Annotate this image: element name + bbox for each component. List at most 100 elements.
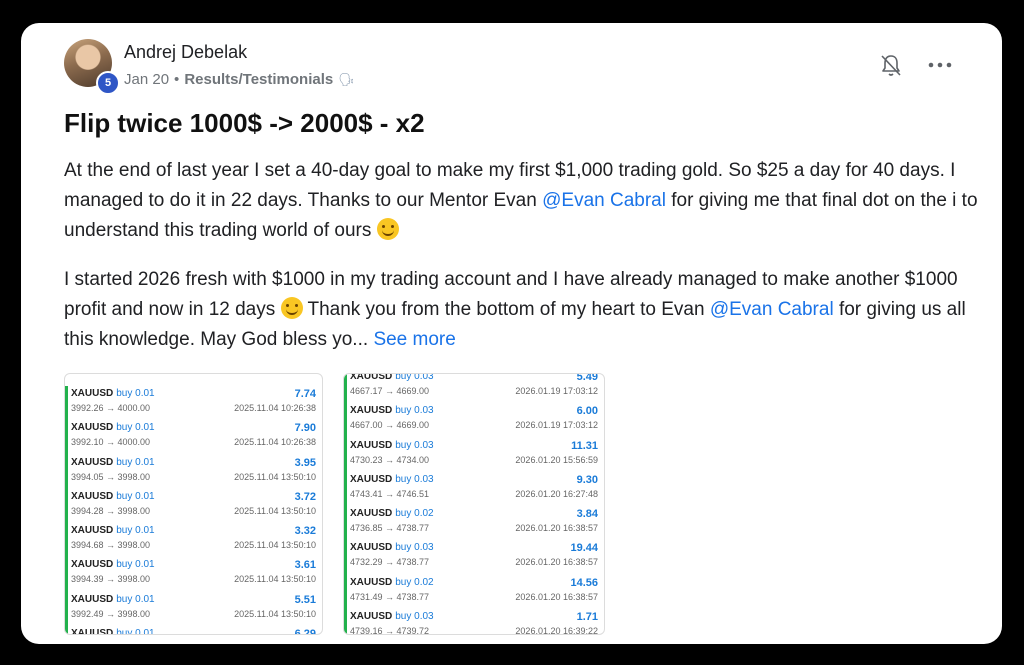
trade-prices: 4732.29 → 4738.77: [350, 557, 430, 568]
trade-profit: 6.29: [294, 628, 316, 635]
smiling-face-emoji-icon: [376, 218, 399, 240]
trade-profit: 1.71: [576, 611, 598, 624]
symbol-text: XAUUSD: [71, 628, 114, 635]
trade-side: buy 0.03: [395, 405, 434, 417]
mention-link[interactable]: @Evan Cabral: [710, 299, 834, 320]
trade-symbol: XAUUSD buy 0.03: [350, 405, 434, 416]
trade-side: buy 0.01: [116, 559, 155, 571]
trade-time: 2025.11.04 13:50:10: [234, 574, 316, 585]
trade-profit: 7.90: [294, 422, 316, 435]
trade-time: 2026.01.20 16:38:57: [515, 557, 598, 568]
trade-prices: 3992.49 → 3998.00: [71, 608, 151, 619]
trade-row: XAUUSD buy 0.01 3.72 3994.28 → 3998.00 2025.…: [65, 488, 322, 524]
trade-prices: 4731.49 → 4738.77: [350, 591, 430, 602]
trade-symbol: XAUUSD buy 0.01: [71, 559, 155, 570]
trade-time: 2025.11.04 13:50:10: [234, 505, 316, 516]
trade-list: XAUUSD buy 0.03 5.49 4667.17 → 4669.00 2026.…: [344, 373, 604, 635]
trade-list: XAUUSD buy 0.01 7.74 3992.26 → 4000.00 2025.…: [65, 374, 322, 635]
trade-symbol: XAUUSD buy 0.03: [350, 611, 434, 622]
trade-prices: 3992.26 → 4000.00: [71, 403, 151, 413]
trade-side: buy 0.03: [395, 611, 434, 623]
trade-row: XAUUSD buy 0.01 6.29: [65, 626, 322, 635]
symbol-text: XAUUSD: [71, 422, 114, 434]
trade-screenshot-right[interactable]: XAUUSD buy 0.03 5.49 4667.17 → 4669.00 2026.…: [343, 373, 605, 635]
symbol-text: XAUUSD: [350, 576, 393, 588]
symbol-text: XAUUSD: [350, 373, 393, 382]
trade-time: 2025.11.04 13:50:10: [234, 471, 316, 482]
trade-time: 2026.01.20 16:27:48: [515, 488, 598, 499]
author-name[interactable]: Andrej Debelak: [124, 42, 247, 63]
post-title: Flip twice 1000$ -> 2000$ - x2: [64, 108, 425, 138]
trade-row: XAUUSD buy 0.02 14.56 4731.49 → 4738.77 2026…: [344, 574, 604, 610]
trade-profit: 5.51: [294, 593, 316, 606]
bell-muted-icon[interactable]: [879, 53, 903, 79]
trade-prices: 3994.39 → 3998.00: [71, 574, 151, 585]
trade-time: 2026.01.20 16:38:57: [515, 591, 598, 602]
trade-row: XAUUSD buy 0.02 3.84 4736.85 → 4738.77 2026.…: [344, 506, 604, 541]
trade-profit: 19.44: [570, 542, 598, 555]
trade-profit: 6.00: [576, 405, 598, 418]
symbol-text: XAUUSD: [350, 542, 393, 554]
trade-prices: 4667.17 → 4669.00: [350, 386, 430, 396]
paragraph-text: Thank you from the bottom of my heart to…: [302, 299, 710, 320]
trade-symbol: XAUUSD buy 0.01: [71, 628, 155, 635]
see-more-link[interactable]: See more: [373, 329, 455, 350]
trade-symbol: XAUUSD buy 0.03: [350, 440, 434, 451]
mention-link[interactable]: @Evan Cabral: [542, 190, 666, 211]
trade-time: 2025.11.04 10:26:38: [234, 437, 316, 448]
symbol-text: XAUUSD: [350, 405, 393, 417]
symbol-text: XAUUSD: [350, 508, 393, 520]
trade-profit: 3.84: [576, 508, 598, 521]
trade-profit: 3.61: [294, 559, 316, 572]
trade-side: buy 0.01: [116, 628, 155, 635]
trade-side: buy 0.01: [116, 388, 155, 399]
trade-prices: 4736.85 → 4738.77: [350, 523, 430, 534]
trade-screenshot-left[interactable]: XAUUSD buy 0.01 7.74 3992.26 → 4000.00 2025.…: [64, 373, 323, 635]
trade-side: buy 0.03: [395, 473, 434, 485]
post-paragraph-2: I started 2026 fresh with $1000 in my tr…: [64, 265, 984, 355]
trade-row: XAUUSD buy 0.03 1.71 4739.16 → 4739.72 2026.…: [344, 609, 604, 635]
trade-row: XAUUSD buy 0.01 5.51 3992.49 → 3998.00 2025.…: [65, 591, 322, 627]
trade-prices: 3992.10 → 4000.00: [71, 437, 151, 448]
trade-time: 2026.01.20 15:56:59: [515, 454, 598, 465]
symbol-text: XAUUSD: [350, 611, 393, 623]
trade-profit: 14.56: [570, 576, 598, 589]
trade-side: buy 0.03: [395, 542, 434, 554]
trade-symbol: XAUUSD buy 0.02: [350, 577, 434, 588]
trade-side: buy 0.01: [116, 525, 155, 537]
trade-time: 2026.01.19 17:03:12: [515, 386, 598, 396]
category-link[interactable]: Results/Testimonials: [184, 71, 333, 88]
smiling-face-emoji-icon: [280, 297, 303, 319]
trade-row: XAUUSD buy 0.01 3.61 3994.39 → 3998.00 2025.…: [65, 557, 322, 592]
trade-time: 2026.01.20 16:38:57: [515, 523, 598, 534]
trade-profit: 3.32: [294, 525, 316, 538]
trade-time: 2026.01.20 16:39:22: [515, 626, 598, 635]
post-date[interactable]: Jan 20: [124, 71, 169, 88]
trade-row: XAUUSD buy 0.01 3.95 3994.05 → 3998.00 2025.…: [65, 454, 322, 489]
trade-profit: 9.30: [576, 473, 598, 486]
trade-row: XAUUSD buy 0.03 19.44 4732.29 → 4738.77 2026…: [344, 540, 604, 575]
trade-side: buy 0.02: [395, 508, 434, 520]
trade-side: buy 0.01: [116, 456, 155, 468]
trade-row: XAUUSD buy 0.03 5.49 4667.17 → 4669.00 2026.…: [344, 373, 604, 404]
trade-symbol: XAUUSD buy 0.01: [71, 594, 155, 605]
more-options-icon[interactable]: [926, 57, 954, 73]
trade-side: buy 0.01: [116, 593, 155, 605]
trade-time: 2025.11.04 10:26:38: [234, 403, 316, 413]
trade-row: XAUUSD buy 0.01 7.90 3992.10 → 4000.00 2025.…: [65, 420, 322, 455]
symbol-text: XAUUSD: [71, 490, 114, 502]
trade-symbol: XAUUSD buy 0.03: [350, 542, 434, 553]
trade-profit: 3.95: [294, 456, 316, 469]
trade-profit: 5.49: [576, 373, 598, 383]
symbol-text: XAUUSD: [350, 473, 393, 485]
post-card: 5 Andrej Debelak Jan 20 • Results/Testim…: [21, 23, 1002, 644]
trade-symbol: XAUUSD buy 0.01: [71, 525, 155, 536]
post-meta: Jan 20 • Results/Testimonials 🗣: [124, 71, 355, 88]
level-badge: 5: [96, 71, 120, 95]
trade-row: XAUUSD buy 0.03 11.31 4730.23 → 4734.00 2026…: [344, 437, 604, 472]
trade-symbol: XAUUSD buy 0.02: [350, 508, 434, 519]
trade-profit: 11.31: [571, 439, 598, 452]
trade-prices: 3994.68 → 3998.00: [71, 540, 151, 551]
symbol-text: XAUUSD: [71, 456, 114, 468]
trade-prices: 4730.23 → 4734.00: [350, 454, 430, 465]
